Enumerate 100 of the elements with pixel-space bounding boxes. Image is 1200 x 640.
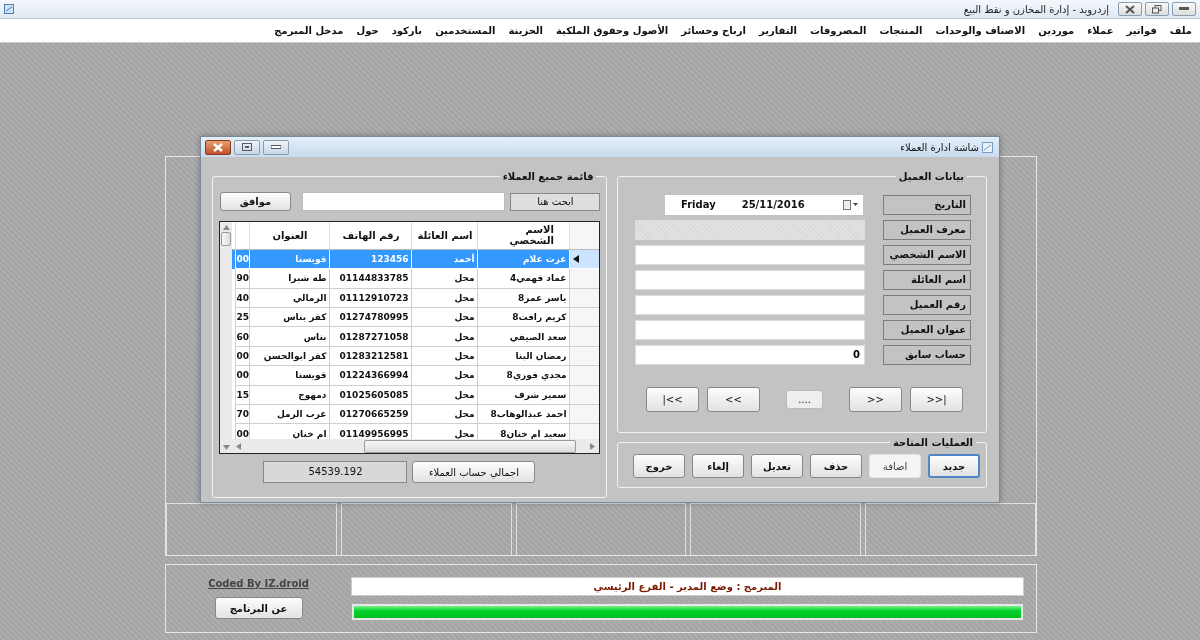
table-cell: سعد الصيفي	[477, 327, 570, 347]
table-cell: 01025605085	[329, 385, 412, 405]
menu-item[interactable]: فواتير	[1126, 25, 1157, 36]
current-row-icon	[573, 255, 580, 264]
menu-item[interactable]: الخزينة	[508, 25, 544, 36]
scroll-down-icon[interactable]	[222, 445, 230, 450]
menu-item[interactable]: عملاء	[1087, 25, 1114, 36]
table-cell: 00	[235, 249, 250, 270]
input-field[interactable]	[635, 294, 865, 315]
scroll-right-icon[interactable]	[590, 442, 596, 450]
date-picker[interactable]: Friday 25/11/2016	[665, 194, 863, 215]
total-button[interactable]: اجمالي حساب العملاء	[412, 461, 536, 483]
navigation-button[interactable]: |<<	[646, 387, 699, 412]
app-icon	[4, 4, 14, 14]
minimize-button[interactable]	[263, 139, 289, 155]
menu-item[interactable]: المستخدمين	[435, 25, 496, 36]
menu-item[interactable]: المنتجات	[879, 25, 923, 36]
close-button[interactable]	[205, 139, 231, 155]
table-cell: محل	[411, 288, 478, 309]
menu-item[interactable]: موردين	[1038, 25, 1075, 36]
table-cell: 01144833785	[329, 269, 412, 289]
table-cell: احمد عبدالوهاب8	[477, 405, 570, 425]
table-cell: 123456	[329, 249, 412, 270]
scroll-thumb[interactable]	[364, 439, 577, 453]
table-cell: 40	[235, 288, 250, 309]
close-button[interactable]	[1118, 2, 1142, 16]
table-cell: 25	[235, 308, 250, 328]
column-header[interactable]: رقم الهاتف	[329, 222, 412, 249]
minimize-button[interactable]	[1172, 2, 1196, 16]
horizontal-scrollbar[interactable]	[232, 439, 600, 453]
total-value: 54539.192	[263, 461, 408, 483]
action-button[interactable]: خروج	[633, 454, 685, 478]
input-field[interactable]	[635, 269, 865, 290]
menu-item[interactable]: مدخل المبرمج	[274, 25, 344, 36]
column-header[interactable]: اسم العائلة	[411, 222, 478, 249]
menu-item[interactable]: باركود	[391, 25, 423, 36]
day-name: Friday	[681, 199, 716, 210]
action-button[interactable]: حذف	[810, 454, 862, 478]
field-label: حساب سابق	[883, 344, 971, 365]
search-field[interactable]	[302, 192, 506, 211]
table-cell: مجدي فوزي8	[477, 366, 570, 386]
table-cell: قويسنا	[249, 249, 330, 270]
menu-item[interactable]: الاصناف والوحدات	[935, 25, 1026, 36]
close-icon	[212, 142, 224, 152]
maximize-icon	[242, 143, 252, 151]
input-field[interactable]	[635, 244, 865, 265]
group-title: بيانات العميل	[897, 171, 965, 182]
window-icon	[982, 141, 993, 153]
table-cell: كريم رافت8	[477, 308, 570, 328]
column-header[interactable]: العنوان	[249, 222, 330, 249]
table-cell: قويسنا	[249, 366, 330, 386]
menu-item[interactable]: ارباح وخسائر	[681, 25, 746, 36]
action-button[interactable]: إلغاء	[692, 454, 744, 478]
table-cell: 90	[235, 269, 250, 289]
table-cell: كفر ابوالحسن	[249, 346, 330, 367]
table-cell: 01287271058	[329, 327, 412, 347]
navigation-button[interactable]: ....	[786, 390, 823, 409]
table-cell: أحمد	[411, 249, 478, 270]
table-cell: 00	[235, 366, 250, 386]
scroll-thumb[interactable]	[221, 232, 231, 246]
menu-item[interactable]: حول	[356, 25, 379, 36]
input-field[interactable]	[635, 319, 865, 340]
navigation-button[interactable]: >>	[849, 387, 902, 412]
vertical-scrollbar[interactable]	[220, 222, 232, 453]
ok-button[interactable]: موافق	[220, 192, 291, 211]
field-label: معرف العميل	[883, 219, 971, 240]
column-header[interactable]: الاسم الشخصي	[477, 222, 570, 249]
date-value: 25/11/2016	[741, 199, 805, 210]
table-cell: دمهوج	[249, 385, 330, 405]
action-button[interactable]: جديد	[928, 454, 980, 478]
table-cell: طه شبرا	[249, 269, 330, 289]
scroll-up-icon[interactable]	[222, 225, 230, 230]
action-button[interactable]: تعديل	[751, 454, 803, 478]
menu-item[interactable]: المصروفات	[809, 25, 867, 36]
table-cell: 70	[235, 405, 250, 425]
status-message: المبرمج : وضع المدير - الفرع الرئيسي	[351, 576, 1024, 596]
dialog-title: شاشة ادارة العملاء	[900, 141, 979, 153]
input-field[interactable]: 0	[635, 344, 865, 365]
table-cell: 00	[235, 346, 250, 367]
calendar-dropdown-icon	[843, 199, 859, 210]
navigation-button[interactable]: >>|	[910, 387, 963, 412]
table-cell: 01274780995	[329, 308, 412, 328]
group-title: العمليات المتاحة	[892, 437, 974, 448]
about-button[interactable]: عن البرنامج	[214, 597, 303, 619]
field-label: التاريخ	[883, 194, 971, 215]
restore-button[interactable]	[1145, 2, 1169, 16]
table-cell: سمير شرف	[477, 385, 570, 405]
search-label: ابحث هنا	[510, 192, 601, 211]
maximize-button[interactable]	[234, 139, 260, 155]
field-label: رقم العميل	[883, 294, 971, 315]
minimize-icon	[1179, 6, 1189, 12]
navigation-button[interactable]: <<	[707, 387, 760, 412]
menu-item[interactable]: ملف	[1169, 25, 1192, 36]
menu-item[interactable]: الأصول وحقوق الملكية	[556, 25, 669, 36]
menu-item[interactable]: التقارير	[759, 25, 797, 36]
scroll-left-icon[interactable]	[236, 442, 241, 450]
field-label: الاسم الشخصي	[883, 244, 971, 265]
credit-link[interactable]: Coded By IZ.droid	[208, 578, 309, 589]
table-cell: كفر بناس	[249, 308, 330, 328]
table-cell: محل	[411, 346, 478, 367]
